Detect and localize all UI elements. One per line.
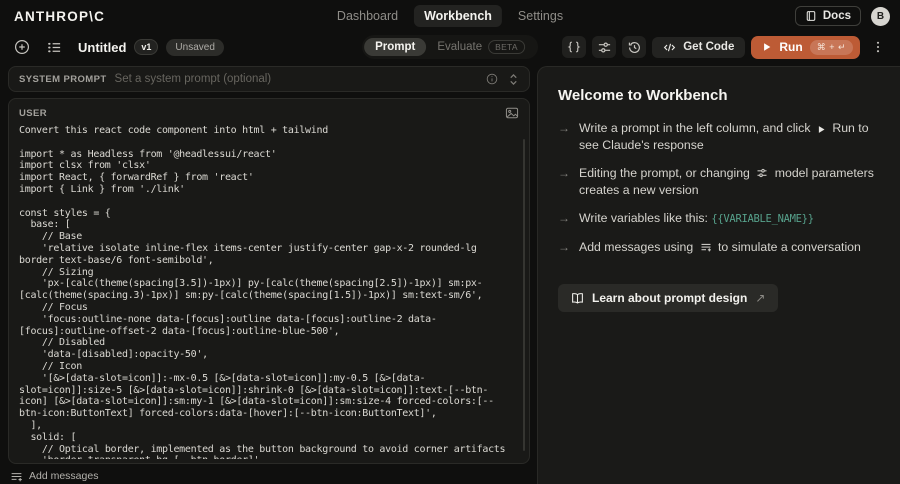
status-badge: Unsaved xyxy=(166,38,224,56)
welcome-bullet-versioning: → Editing the prompt, or changing model … xyxy=(558,165,882,199)
system-prompt-placeholder: Set a system prompt (optional) xyxy=(114,73,272,85)
tab-prompt[interactable]: Prompt xyxy=(364,38,427,56)
bullet-text: Write variables like this: xyxy=(579,211,708,225)
play-icon xyxy=(817,125,826,134)
expand-collapse-icon[interactable] xyxy=(508,73,519,86)
model-parameters-button[interactable] xyxy=(592,36,617,58)
run-button[interactable]: Run ⌘ + ↵ xyxy=(751,35,860,59)
history-button[interactable] xyxy=(622,36,647,58)
welcome-bullet-run: → Write a prompt in the left column, and… xyxy=(558,120,882,154)
toolbar-left: Untitled v1 Unsaved xyxy=(10,36,224,58)
workbench-toolbar: Untitled v1 Unsaved Prompt Evaluate BETA xyxy=(0,32,900,62)
curly-braces-icon xyxy=(567,40,581,54)
welcome-bullet-variables: → Write variables like this: {{VARIABLE_… xyxy=(558,210,882,228)
tab-evaluate[interactable]: Evaluate BETA xyxy=(426,37,536,57)
bullet-text: Write a prompt in the left column, and c… xyxy=(579,121,811,135)
run-shortcut: ⌘ + ↵ xyxy=(809,39,853,55)
system-prompt-field[interactable]: SYSTEM PROMPT Set a system prompt (optio… xyxy=(8,66,530,92)
nav-settings[interactable]: Settings xyxy=(508,5,573,27)
version-badge[interactable]: v1 xyxy=(134,39,159,55)
toolbar-right: Get Code Run ⌘ + ↵ xyxy=(562,35,890,59)
top-bar-right: Docs B xyxy=(794,6,890,26)
book-icon xyxy=(571,292,584,305)
system-prompt-controls xyxy=(486,73,519,86)
tab-evaluate-label: Evaluate xyxy=(437,41,483,53)
info-icon[interactable] xyxy=(486,73,498,85)
docs-button[interactable]: Docs xyxy=(794,6,861,26)
user-message-block: USER Convert this react code component i… xyxy=(8,98,530,464)
kebab-icon xyxy=(871,40,885,54)
prompt-column: SYSTEM PROMPT Set a system prompt (optio… xyxy=(8,66,530,484)
system-prompt-label: SYSTEM PROMPT xyxy=(19,73,107,85)
top-bar: ANTHROP\C Dashboard Workbench Settings D… xyxy=(0,0,900,32)
arrow-right-icon: → xyxy=(558,166,570,180)
play-icon xyxy=(762,42,772,52)
bullet-text: to simulate a conversation xyxy=(718,240,861,254)
more-options-button[interactable] xyxy=(866,36,890,58)
variable-code-sample: {{VARIABLE_NAME}} xyxy=(711,213,814,225)
book-icon xyxy=(805,10,817,22)
welcome-title: Welcome to Workbench xyxy=(558,87,728,104)
tab-prompt-label: Prompt xyxy=(375,41,416,53)
docs-label: Docs xyxy=(822,10,851,22)
learn-button-label: Learn about prompt design xyxy=(592,291,748,305)
sliders-icon xyxy=(756,167,768,179)
scrollbar[interactable] xyxy=(523,139,525,451)
add-messages-icon xyxy=(700,241,712,253)
user-role-label: USER xyxy=(19,107,47,119)
plus-circle-icon xyxy=(14,39,30,55)
run-label: Run xyxy=(779,40,803,54)
sliders-icon xyxy=(597,40,612,55)
welcome-bullet-messages: → Add messages using to simulate a conve… xyxy=(558,239,882,256)
response-panel: Welcome to Workbench → Write a prompt in… xyxy=(537,66,900,484)
learn-prompt-design-button[interactable]: Learn about prompt design ↗ xyxy=(558,284,779,312)
variables-button[interactable] xyxy=(562,36,587,58)
prompt-title[interactable]: Untitled xyxy=(78,40,126,55)
main-nav: Dashboard Workbench Settings xyxy=(327,0,573,32)
nav-dashboard[interactable]: Dashboard xyxy=(327,5,408,27)
arrow-right-icon: → xyxy=(558,211,570,225)
new-prompt-button[interactable] xyxy=(10,36,34,58)
history-icon xyxy=(627,40,642,55)
arrow-right-icon: → xyxy=(558,240,570,254)
mode-tabs: Prompt Evaluate BETA xyxy=(362,35,538,59)
bullet-text: Editing the prompt, or changing xyxy=(579,166,750,180)
add-messages-icon xyxy=(10,470,23,483)
image-attach-icon[interactable] xyxy=(505,107,519,119)
external-link-icon: ↗ xyxy=(755,291,766,305)
bullet-text: Add messages using xyxy=(579,240,694,254)
main-area: SYSTEM PROMPT Set a system prompt (optio… xyxy=(0,62,900,484)
get-code-button[interactable]: Get Code xyxy=(652,36,746,58)
user-message-header: USER xyxy=(9,99,529,121)
prompt-list-button[interactable] xyxy=(42,36,66,58)
add-messages-button[interactable]: Add messages xyxy=(8,464,530,484)
list-icon xyxy=(47,40,62,55)
beta-badge: BETA xyxy=(488,40,525,54)
get-code-label: Get Code xyxy=(683,41,735,53)
user-message-content[interactable]: Convert this react code component into h… xyxy=(9,121,529,459)
arrow-right-icon: → xyxy=(558,121,570,135)
code-icon xyxy=(663,41,676,54)
avatar[interactable]: B xyxy=(871,6,890,26)
nav-workbench[interactable]: Workbench xyxy=(414,5,502,27)
add-messages-label: Add messages xyxy=(29,470,99,482)
anthropic-logo: ANTHROP\C xyxy=(14,8,106,24)
